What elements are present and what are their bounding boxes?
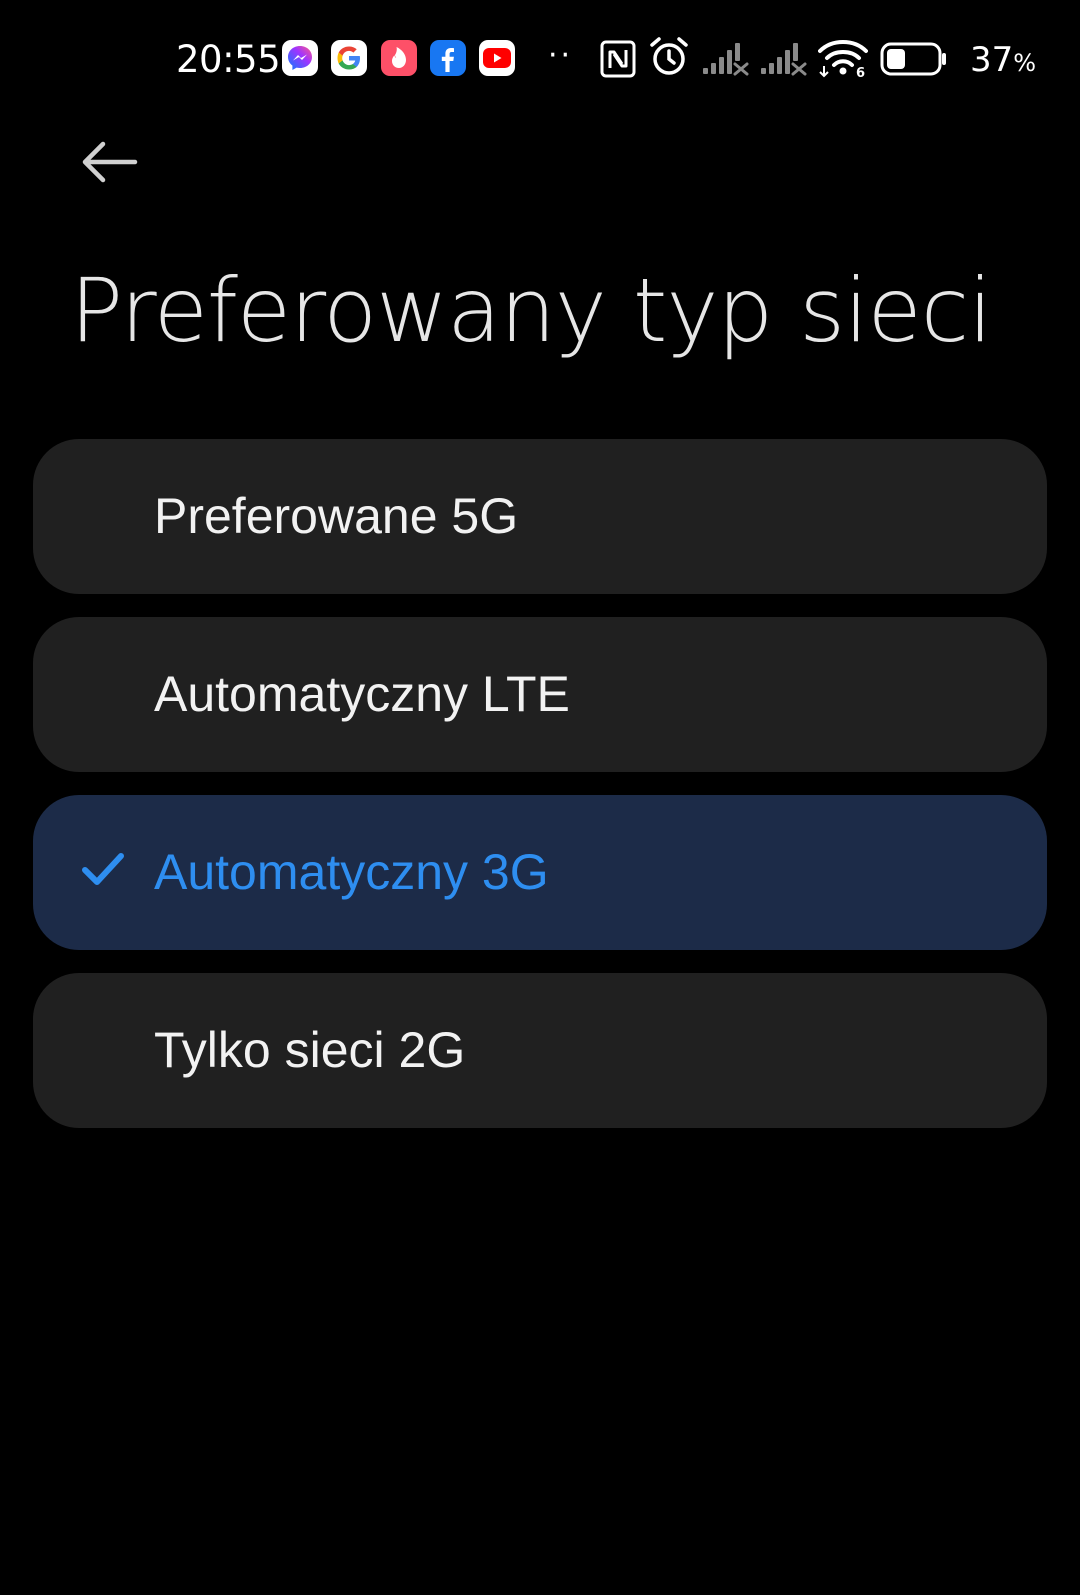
option-label: Preferowane 5G — [154, 488, 519, 544]
google-icon — [331, 40, 367, 76]
signal-2-no-service-icon — [760, 40, 808, 80]
battery-percent-unit: % — [1013, 49, 1037, 77]
status-time: 20:55 — [176, 38, 281, 81]
back-button[interactable] — [74, 132, 144, 192]
nfc-icon — [600, 40, 636, 82]
page-title: Preferowany typ sieci — [70, 259, 993, 362]
option-automatic-3g[interactable]: Automatyczny 3G — [33, 795, 1047, 950]
alarm-icon — [648, 36, 690, 82]
facebook-icon — [430, 40, 466, 76]
wifi-6-icon: 6 — [818, 38, 868, 82]
messenger-icon — [282, 40, 318, 76]
battery-percent-value: 37 — [970, 40, 1014, 80]
battery-percent: 37% — [970, 38, 1036, 85]
signal-1-no-service-icon — [702, 40, 750, 80]
youtube-icon — [479, 40, 515, 76]
battery-icon — [880, 42, 948, 80]
tinder-icon — [381, 40, 417, 76]
checkmark-icon — [82, 853, 124, 885]
option-2g-only[interactable]: Tylko sieci 2G — [33, 973, 1047, 1128]
more-notifications-indicator: ·· — [548, 38, 574, 73]
network-type-option-list: Preferowane 5G Automatyczny LTE Automaty… — [33, 439, 1047, 1151]
arrow-left-icon — [82, 141, 138, 183]
option-label: Automatyczny 3G — [154, 844, 549, 900]
svg-text:6: 6 — [856, 66, 865, 78]
option-label: Tylko sieci 2G — [154, 1022, 466, 1078]
status-bar: 20:55 ·· 6 37% — [0, 30, 1080, 90]
option-label: Automatyczny LTE — [154, 666, 570, 722]
option-preferred-5g[interactable]: Preferowane 5G — [33, 439, 1047, 594]
option-automatic-lte[interactable]: Automatyczny LTE — [33, 617, 1047, 772]
